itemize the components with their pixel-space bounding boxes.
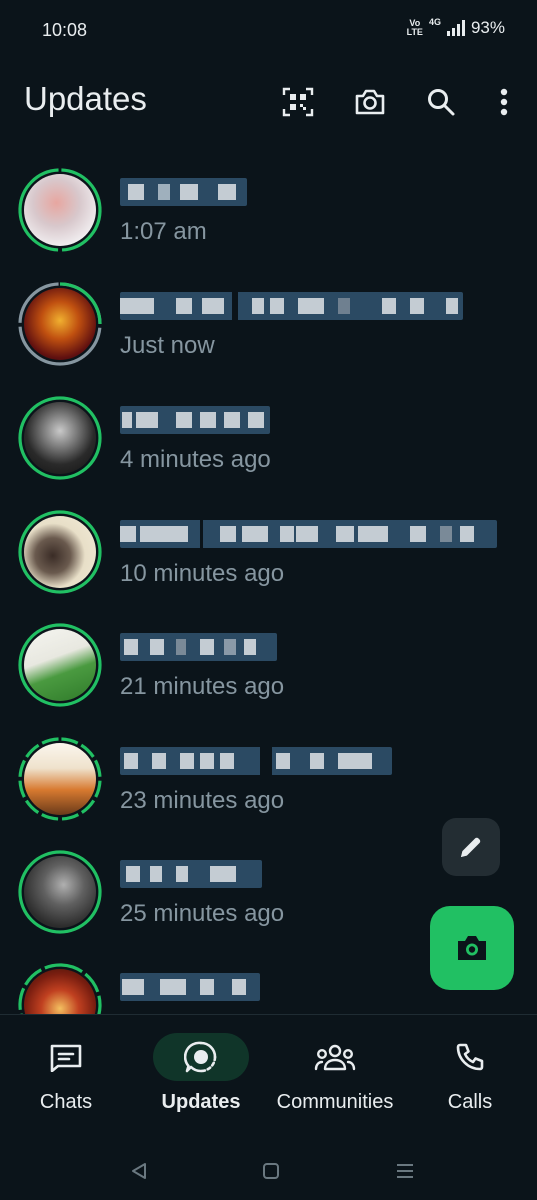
status-item[interactable]: 1:07 am	[0, 148, 537, 261]
updates-icon	[153, 1033, 249, 1081]
volte-bottom-text: LTE	[406, 27, 423, 37]
calls-icon	[422, 1033, 518, 1081]
contact-photo	[24, 516, 96, 588]
status-timestamp: 1:07 am	[120, 218, 207, 245]
nav-label-chats: Chats	[39, 1091, 93, 1113]
contact-name-redacted	[120, 747, 392, 775]
contact-name-redacted	[120, 406, 270, 434]
status-avatar	[18, 510, 102, 594]
status-avatar	[18, 850, 102, 934]
status-avatar	[18, 963, 102, 1014]
status-item[interactable]: 4 minutes ago	[0, 376, 537, 489]
status-avatar	[18, 396, 102, 480]
clock: 10:08	[42, 20, 88, 40]
search-icon[interactable]	[421, 82, 461, 122]
contact-name-redacted	[120, 973, 260, 1001]
contact-photo	[24, 629, 96, 701]
nav-label-updates: Updates	[161, 1091, 241, 1113]
contact-photo	[24, 288, 96, 360]
more-vert-icon[interactable]	[484, 82, 524, 122]
status-list: 1:07 am Just now 4 minutes ago 10 minute…	[0, 148, 537, 1014]
updates-screen: 10:08 Vo LTE 4G 93% Updates 1:07 am Just…	[0, 0, 537, 1200]
status-item[interactable]: 23 minutes ago	[0, 717, 537, 830]
system-status-bar: 10:08 Vo LTE 4G 93%	[0, 0, 537, 62]
status-avatar	[18, 168, 102, 252]
back-icon[interactable]	[124, 1156, 154, 1186]
nav-tab-calls[interactable]: Calls	[422, 1033, 518, 1114]
nav-tab-chats[interactable]: Chats	[18, 1033, 114, 1114]
network-type: 4G	[428, 17, 441, 27]
recents-icon[interactable]	[390, 1156, 420, 1186]
status-avatar	[18, 282, 102, 366]
status-timestamp: 4 minutes ago	[120, 446, 271, 473]
contact-name-redacted	[120, 178, 247, 206]
nav-label-communities: Communities	[276, 1091, 394, 1113]
system-navigation-bar	[0, 1140, 537, 1200]
chats-icon	[18, 1033, 114, 1081]
status-item[interactable]: 10 minutes ago	[0, 490, 537, 603]
new-text-status-button[interactable]	[442, 818, 500, 876]
signal-icon	[446, 20, 465, 36]
status-timestamp: 21 minutes ago	[120, 673, 285, 700]
volte-indicator: Vo LTE	[407, 19, 423, 37]
bottom-navigation: Chats Updates Communities Calls	[0, 1014, 537, 1141]
page-title: Updates	[24, 80, 147, 117]
camera-icon[interactable]	[350, 82, 390, 122]
battery-level: 93%	[470, 18, 505, 37]
contact-photo	[24, 402, 96, 474]
nav-label-calls: Calls	[447, 1091, 493, 1113]
camera-icon	[458, 936, 486, 960]
status-item[interactable]: Just now	[0, 262, 537, 375]
contact-name-redacted	[120, 633, 277, 661]
contact-name-redacted	[120, 520, 497, 548]
home-icon[interactable]	[256, 1156, 286, 1186]
nav-tab-communities[interactable]: Communities	[270, 1033, 400, 1114]
new-camera-status-button[interactable]	[430, 906, 514, 990]
status-avatar	[18, 737, 102, 821]
contact-photo	[24, 743, 96, 815]
status-timestamp: 10 minutes ago	[120, 560, 285, 587]
communities-icon	[287, 1033, 383, 1081]
contact-photo	[24, 856, 96, 928]
status-avatar	[18, 623, 102, 707]
qr-scan-icon[interactable]	[278, 82, 318, 122]
contact-name-redacted	[120, 292, 463, 320]
contact-photo	[24, 174, 96, 246]
app-header: Updates	[0, 62, 537, 142]
status-timestamp: 25 minutes ago	[120, 900, 285, 927]
status-timestamp: 23 minutes ago	[120, 787, 285, 814]
pencil-icon	[461, 837, 481, 857]
status-timestamp: Just now	[120, 332, 215, 359]
status-indicators: Vo LTE 4G 93%	[407, 17, 505, 38]
nav-tab-updates[interactable]: Updates	[153, 1033, 249, 1114]
status-item[interactable]: 21 minutes ago	[0, 603, 537, 716]
contact-name-redacted	[120, 860, 262, 888]
